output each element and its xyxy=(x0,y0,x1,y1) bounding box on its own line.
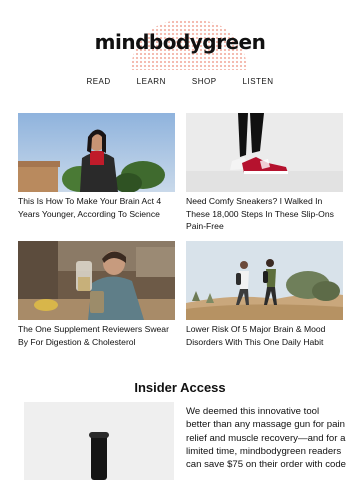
article-card[interactable]: Need Comfy Sneakers? I Walked In These 1… xyxy=(186,113,343,233)
article-card[interactable]: Lower Risk Of 5 Major Brain & Mood Disor… xyxy=(186,241,343,348)
article-image-sneakers[interactable] xyxy=(186,113,343,192)
article-title[interactable]: Lower Risk Of 5 Major Brain & Mood Disor… xyxy=(186,323,343,348)
main-nav: READ LEARN SHOP LISTEN xyxy=(0,77,360,86)
nav-item-learn[interactable]: LEARN xyxy=(137,77,166,86)
article-title[interactable]: The One Supplement Reviewers Swear By Fo… xyxy=(18,323,175,348)
promo-product-image[interactable] xyxy=(24,402,174,480)
header: mindbodygreen READ LEARN SHOP LISTEN xyxy=(0,0,360,100)
promo-description: We deemed this innovative tool better th… xyxy=(186,406,346,471)
section-title: Insider Access xyxy=(134,380,226,395)
article-image-hikers[interactable] xyxy=(186,241,343,320)
article-card[interactable]: The One Supplement Reviewers Swear By Fo… xyxy=(18,241,175,348)
nav-item-read[interactable]: READ xyxy=(86,77,110,86)
article-image-woman-outdoors[interactable] xyxy=(18,113,175,192)
logo[interactable]: mindbodygreen xyxy=(0,30,360,54)
article-card[interactable]: This Is How To Make Your Brain Act 4 Yea… xyxy=(18,113,175,220)
nav-item-shop[interactable]: SHOP xyxy=(192,77,217,86)
article-title[interactable]: This Is How To Make Your Brain Act 4 Yea… xyxy=(18,195,175,220)
article-image-kitchen-smoothie[interactable] xyxy=(18,241,175,320)
nav-item-listen[interactable]: LISTEN xyxy=(243,77,274,86)
article-title[interactable]: Need Comfy Sneakers? I Walked In These 1… xyxy=(186,195,343,233)
